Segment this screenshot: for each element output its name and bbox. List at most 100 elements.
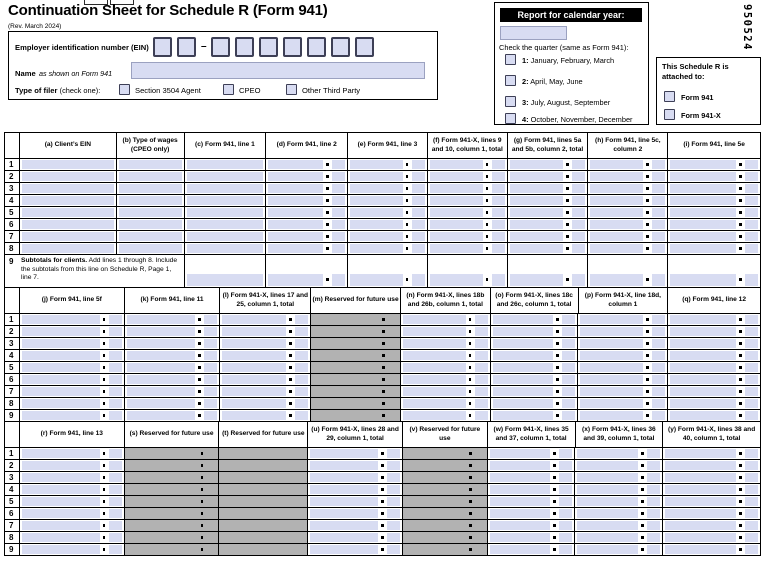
field-y5-cents[interactable] bbox=[745, 497, 758, 505]
field-k1-cents[interactable] bbox=[204, 315, 217, 323]
field-l9[interactable] bbox=[222, 411, 286, 419]
field-i5-cents[interactable] bbox=[745, 208, 758, 216]
field-q6-cents[interactable] bbox=[745, 375, 758, 383]
field-h3[interactable] bbox=[590, 184, 643, 192]
field-o9-cents[interactable] bbox=[562, 411, 575, 419]
field-k5-cents[interactable] bbox=[204, 363, 217, 371]
field-p8[interactable] bbox=[580, 399, 643, 407]
field-x1[interactable] bbox=[577, 449, 638, 457]
field-l1[interactable] bbox=[222, 315, 286, 323]
field-w8[interactable] bbox=[490, 533, 551, 541]
field-k4-cents[interactable] bbox=[204, 351, 217, 359]
field-o1-cents[interactable] bbox=[562, 315, 575, 323]
ein-box[interactable] bbox=[153, 37, 172, 57]
field-i7[interactable] bbox=[670, 232, 736, 240]
field-w5[interactable] bbox=[490, 497, 551, 505]
field-l5-cents[interactable] bbox=[295, 363, 308, 371]
field-o3-cents[interactable] bbox=[562, 339, 575, 347]
field-r1[interactable] bbox=[22, 449, 100, 457]
field-q7-cents[interactable] bbox=[745, 387, 758, 395]
field-h4[interactable] bbox=[590, 196, 643, 204]
field-y8[interactable] bbox=[665, 533, 736, 541]
field-y6-cents[interactable] bbox=[745, 509, 758, 517]
field-g5[interactable] bbox=[510, 208, 564, 216]
field-j1[interactable] bbox=[22, 315, 100, 323]
field-k2-cents[interactable] bbox=[204, 327, 217, 335]
field-a2[interactable] bbox=[22, 172, 114, 180]
field-q7[interactable] bbox=[670, 387, 736, 395]
field-n3[interactable] bbox=[403, 339, 466, 347]
field-l8-cents[interactable] bbox=[295, 399, 308, 407]
field-o8[interactable] bbox=[493, 399, 554, 407]
field-y1[interactable] bbox=[665, 449, 736, 457]
field-x2-cents[interactable] bbox=[647, 461, 660, 469]
ein-box[interactable] bbox=[177, 37, 196, 57]
field-g2-cents[interactable] bbox=[572, 172, 585, 180]
field-y5[interactable] bbox=[665, 497, 736, 505]
field-i2[interactable] bbox=[670, 172, 736, 180]
field-n3-cents[interactable] bbox=[475, 339, 488, 347]
field-e9-cents[interactable] bbox=[412, 274, 425, 286]
field-d2[interactable] bbox=[268, 172, 323, 180]
field-w4-cents[interactable] bbox=[559, 485, 572, 493]
field-j2[interactable] bbox=[22, 327, 100, 335]
field-d6[interactable] bbox=[268, 220, 323, 228]
field-l4[interactable] bbox=[222, 351, 286, 359]
ein-box[interactable] bbox=[355, 37, 374, 57]
field-i9[interactable] bbox=[670, 274, 736, 286]
field-k8-cents[interactable] bbox=[204, 399, 217, 407]
field-u7[interactable] bbox=[310, 521, 378, 529]
field-g3[interactable] bbox=[510, 184, 564, 192]
field-r2[interactable] bbox=[22, 461, 100, 469]
field-f7-cents[interactable] bbox=[492, 232, 505, 240]
field-q8[interactable] bbox=[670, 399, 736, 407]
field-g1-cents[interactable] bbox=[572, 160, 585, 168]
field-o6-cents[interactable] bbox=[562, 375, 575, 383]
field-i6-cents[interactable] bbox=[745, 220, 758, 228]
field-o2[interactable] bbox=[493, 327, 554, 335]
field-h2[interactable] bbox=[590, 172, 643, 180]
field-f3[interactable] bbox=[430, 184, 483, 192]
field-y9[interactable] bbox=[665, 545, 736, 553]
field-r7-cents[interactable] bbox=[109, 521, 122, 529]
field-x6-cents[interactable] bbox=[647, 509, 660, 517]
field-f9-cents[interactable] bbox=[492, 274, 505, 286]
field-e7[interactable] bbox=[350, 232, 403, 240]
field-l4-cents[interactable] bbox=[295, 351, 308, 359]
field-y7-cents[interactable] bbox=[745, 521, 758, 529]
field-j5-cents[interactable] bbox=[109, 363, 122, 371]
field-q8-cents[interactable] bbox=[745, 399, 758, 407]
field-x1-cents[interactable] bbox=[647, 449, 660, 457]
ein-box[interactable] bbox=[307, 37, 326, 57]
field-u2-cents[interactable] bbox=[387, 461, 400, 469]
field-f1[interactable] bbox=[430, 160, 483, 168]
field-j3[interactable] bbox=[22, 339, 100, 347]
field-q3[interactable] bbox=[670, 339, 736, 347]
field-x8-cents[interactable] bbox=[647, 533, 660, 541]
field-w6-cents[interactable] bbox=[559, 509, 572, 517]
field-o9[interactable] bbox=[493, 411, 554, 419]
field-q1-cents[interactable] bbox=[745, 315, 758, 323]
field-c2[interactable] bbox=[187, 172, 264, 180]
field-g7[interactable] bbox=[510, 232, 564, 240]
field-g1[interactable] bbox=[510, 160, 564, 168]
field-x5-cents[interactable] bbox=[647, 497, 660, 505]
field-n6[interactable] bbox=[403, 375, 466, 383]
field-e2-cents[interactable] bbox=[412, 172, 425, 180]
field-j9-cents[interactable] bbox=[109, 411, 122, 419]
field-b6[interactable] bbox=[119, 220, 182, 228]
field-p8-cents[interactable] bbox=[652, 399, 665, 407]
field-p3[interactable] bbox=[580, 339, 643, 347]
attached-form941x-checkbox[interactable] bbox=[664, 109, 675, 120]
field-e3[interactable] bbox=[350, 184, 403, 192]
field-p5[interactable] bbox=[580, 363, 643, 371]
field-i1-cents[interactable] bbox=[745, 160, 758, 168]
field-p4[interactable] bbox=[580, 351, 643, 359]
field-d8-cents[interactable] bbox=[332, 244, 345, 252]
field-w9-cents[interactable] bbox=[559, 545, 572, 553]
field-w1-cents[interactable] bbox=[559, 449, 572, 457]
field-o7[interactable] bbox=[493, 387, 554, 395]
field-r4-cents[interactable] bbox=[109, 485, 122, 493]
field-g8-cents[interactable] bbox=[572, 244, 585, 252]
field-c8[interactable] bbox=[187, 244, 264, 252]
